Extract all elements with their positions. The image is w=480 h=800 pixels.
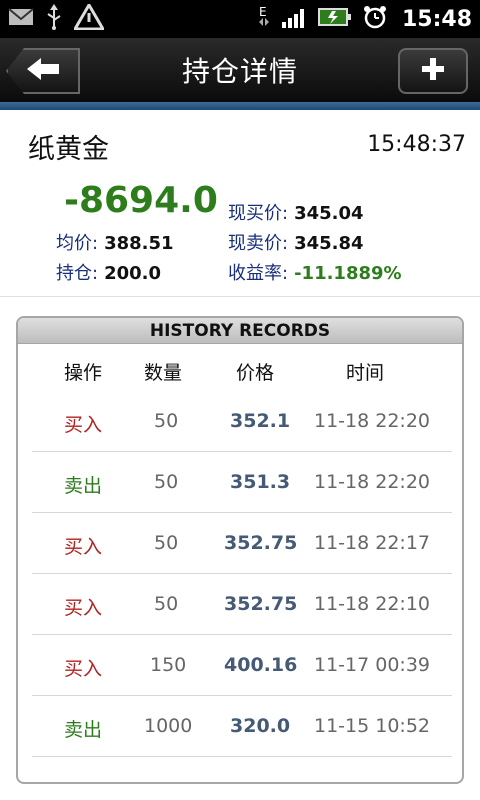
title-bar: 持仓详情 (0, 38, 480, 102)
row-price: 400.16 (224, 654, 298, 676)
yield-label: 收益率: (228, 263, 289, 284)
back-arrow-icon (25, 56, 61, 86)
row-quantity: 50 (154, 410, 179, 432)
row-price: 352.1 (230, 410, 291, 432)
status-time: 15:48 (401, 6, 472, 32)
status-left-icons (8, 2, 106, 34)
row-quantity: 50 (154, 593, 179, 615)
row-quantity: 50 (154, 532, 179, 554)
row-operation: 买入 (64, 597, 103, 619)
sell-price: 现卖价: 345.84 (228, 229, 364, 255)
row-operation: 买入 (64, 414, 103, 436)
table-row[interactable]: 买入 50 352.75 11-18 22:17 (32, 514, 452, 574)
back-button[interactable] (6, 48, 80, 94)
history-table-header: 操作 数量 价格 时间 (18, 358, 462, 386)
table-row[interactable]: 卖出 50 351.3 11-18 22:20 (32, 453, 452, 513)
position-label: 持仓: (56, 263, 99, 284)
column-header-price: 价格 (236, 362, 275, 384)
row-operation: 卖出 (64, 475, 103, 497)
row-price: 320.0 (230, 715, 291, 737)
usb-icon (44, 4, 64, 34)
row-price: 351.3 (230, 471, 291, 493)
row-price: 352.75 (224, 532, 298, 554)
row-time: 11-17 00:39 (314, 654, 431, 676)
avg-price-value: 388.51 (104, 233, 174, 254)
sell-price-label: 现卖价: (228, 233, 289, 254)
row-operation: 卖出 (64, 719, 103, 741)
row-time: 11-18 22:10 (314, 593, 431, 615)
status-right-icons: E 15:48 (256, 4, 472, 34)
history-records-panel: HISTORY RECORDS 操作 数量 价格 时间 买入 50 352.1 … (16, 316, 464, 784)
column-header-quantity: 数量 (144, 362, 183, 384)
alarm-icon (362, 4, 388, 34)
svg-text:E: E (259, 5, 267, 19)
position: 持仓: 200.0 (56, 259, 161, 285)
yield: 收益率: -11.1889% (228, 259, 402, 285)
page-title: 持仓详情 (181, 55, 298, 88)
sell-price-value: 345.84 (294, 233, 364, 254)
row-quantity: 150 (150, 654, 187, 676)
history-records-title: HISTORY RECORDS (18, 318, 462, 344)
header-divider (0, 296, 480, 297)
network-e-icon: E (256, 4, 272, 34)
buy-price-label: 现买价: (228, 203, 289, 224)
pnl-value: -8694.0 (64, 180, 218, 221)
row-operation: 买入 (64, 536, 103, 558)
column-header-time: 时间 (346, 362, 385, 384)
plus-icon (420, 56, 446, 86)
status-bar: E 15:48 (0, 0, 480, 38)
row-time: 11-15 10:52 (314, 715, 431, 737)
row-quantity: 50 (154, 471, 179, 493)
warning-icon (72, 2, 106, 34)
row-price: 352.75 (224, 593, 298, 615)
row-time: 11-18 22:20 (314, 471, 431, 493)
title-underline (0, 102, 480, 110)
table-row[interactable]: 买入 50 352.75 11-18 22:10 (32, 575, 452, 635)
add-button[interactable] (398, 48, 468, 94)
buy-price-value: 345.04 (294, 203, 364, 224)
row-time: 11-18 22:20 (314, 410, 431, 432)
yield-value: -11.1889% (294, 263, 402, 284)
table-row[interactable]: 买入 50 352.1 11-18 22:20 (32, 392, 452, 452)
quote-time: 15:48:37 (367, 132, 466, 157)
position-value: 200.0 (104, 263, 162, 284)
signal-icon (281, 6, 308, 32)
row-time: 11-18 22:17 (314, 532, 431, 554)
row-operation: 买入 (64, 658, 103, 680)
avg-price-label: 均价: (56, 233, 99, 254)
buy-price: 现买价: 345.04 (228, 199, 364, 225)
table-row[interactable]: 买入 150 400.16 11-17 00:39 (32, 636, 452, 696)
instrument-name: 纸黄金 (28, 134, 109, 165)
avg-price: 均价: 388.51 (56, 229, 174, 255)
row-quantity: 1000 (144, 715, 193, 737)
table-row[interactable]: 卖出 1000 320.0 11-15 10:52 (32, 697, 452, 757)
battery-charging-icon (317, 7, 352, 31)
gmail-icon (8, 7, 34, 31)
column-header-operation: 操作 (64, 362, 103, 384)
